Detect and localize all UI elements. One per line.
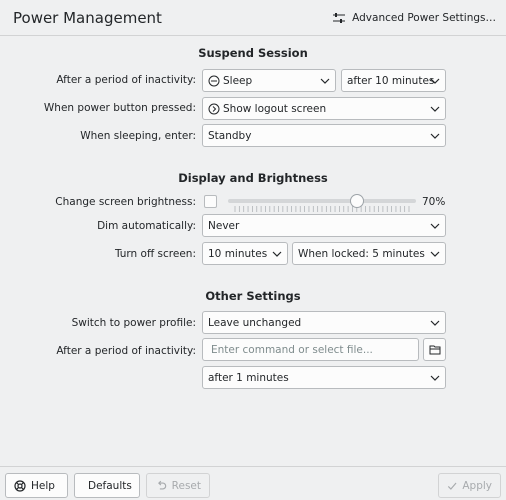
command-input[interactable] <box>202 338 419 361</box>
select-file-button[interactable] <box>423 338 446 361</box>
power-button-value: Show logout screen <box>223 102 327 115</box>
turn-off-select[interactable]: 10 minutes <box>202 242 288 265</box>
power-button-label: When power button pressed: <box>43 102 196 114</box>
display-brightness-heading: Display and Brightness <box>178 171 328 185</box>
advanced-power-settings-button[interactable]: Advanced Power Settings… <box>332 8 496 28</box>
inactivity-label: After a period of inactivity: <box>56 74 196 86</box>
power-profile-label: Switch to power profile: <box>71 317 196 329</box>
apply-label: Apply <box>462 479 492 492</box>
folder-icon <box>429 345 440 355</box>
turn-off-locked-select[interactable]: When locked: 5 minutes <box>292 242 446 265</box>
chevron-down-icon <box>430 133 440 139</box>
inactivity-action-value: Sleep <box>223 74 253 87</box>
brightness-label: Change screen brightness: <box>55 196 196 208</box>
other-settings-heading: Other Settings <box>205 289 301 303</box>
suspend-session-heading: Suspend Session <box>198 46 308 60</box>
help-button[interactable]: Help <box>5 473 68 498</box>
advanced-power-settings-label: Advanced Power Settings… <box>352 12 496 24</box>
slider-track <box>228 199 416 203</box>
dim-value: Never <box>208 219 240 232</box>
chevron-down-icon <box>320 78 330 84</box>
command-time-value: after 1 minutes <box>208 371 289 384</box>
turn-off-value: 10 minutes <box>208 247 268 260</box>
defaults-label: Defaults <box>88 479 132 492</box>
reset-button[interactable]: Reset <box>146 473 210 498</box>
help-icon <box>14 479 26 492</box>
inactivity-action-select[interactable]: Sleep <box>202 69 336 92</box>
chevron-down-icon <box>272 251 282 257</box>
command-label: After a period of inactivity: <box>56 345 196 357</box>
reset-label: Reset <box>171 479 201 492</box>
dim-select[interactable]: Never <box>202 214 446 237</box>
logout-icon <box>208 103 220 114</box>
chevron-down-icon <box>430 375 440 381</box>
power-button-select[interactable]: Show logout screen <box>202 97 446 120</box>
sleeping-mode-value: Standby <box>208 129 252 142</box>
page-header: Power Management Advanced Power Settings… <box>0 0 506 36</box>
apply-button[interactable]: Apply <box>438 473 501 498</box>
power-profile-value: Leave unchanged <box>208 316 302 329</box>
checkmark-icon <box>447 482 457 490</box>
chevron-down-icon <box>430 320 440 326</box>
sliders-icon <box>333 13 346 23</box>
command-time-select[interactable]: after 1 minutes <box>202 366 446 389</box>
inactivity-time-select[interactable]: after 10 minutes <box>341 69 446 92</box>
power-profile-select[interactable]: Leave unchanged <box>202 311 446 334</box>
inactivity-time-value: after 10 minutes <box>347 74 435 87</box>
chevron-down-icon <box>430 223 440 229</box>
page-title: Power Management <box>13 9 162 27</box>
chevron-down-icon <box>430 251 440 257</box>
chevron-down-icon <box>430 78 440 84</box>
defaults-button[interactable]: Defaults <box>74 473 140 498</box>
turn-off-locked-value: When locked: 5 minutes <box>298 247 425 260</box>
dialog-footer: Help Defaults Reset Apply <box>0 466 506 500</box>
brightness-value: 70% <box>422 196 446 208</box>
undo-icon <box>158 480 167 489</box>
sleep-icon <box>208 75 220 86</box>
sleeping-mode-select[interactable]: Standby <box>202 124 446 147</box>
help-label: Help <box>31 479 55 492</box>
dim-label: Dim automatically: <box>97 220 196 232</box>
slider-handle[interactable] <box>349 194 364 208</box>
sleeping-mode-label: When sleeping, enter: <box>80 130 196 142</box>
slider-ticks <box>234 206 410 212</box>
brightness-slider[interactable] <box>228 194 416 214</box>
turn-off-label: Turn off screen: <box>114 248 196 260</box>
chevron-down-icon <box>430 106 440 112</box>
brightness-checkbox[interactable] <box>204 195 217 208</box>
